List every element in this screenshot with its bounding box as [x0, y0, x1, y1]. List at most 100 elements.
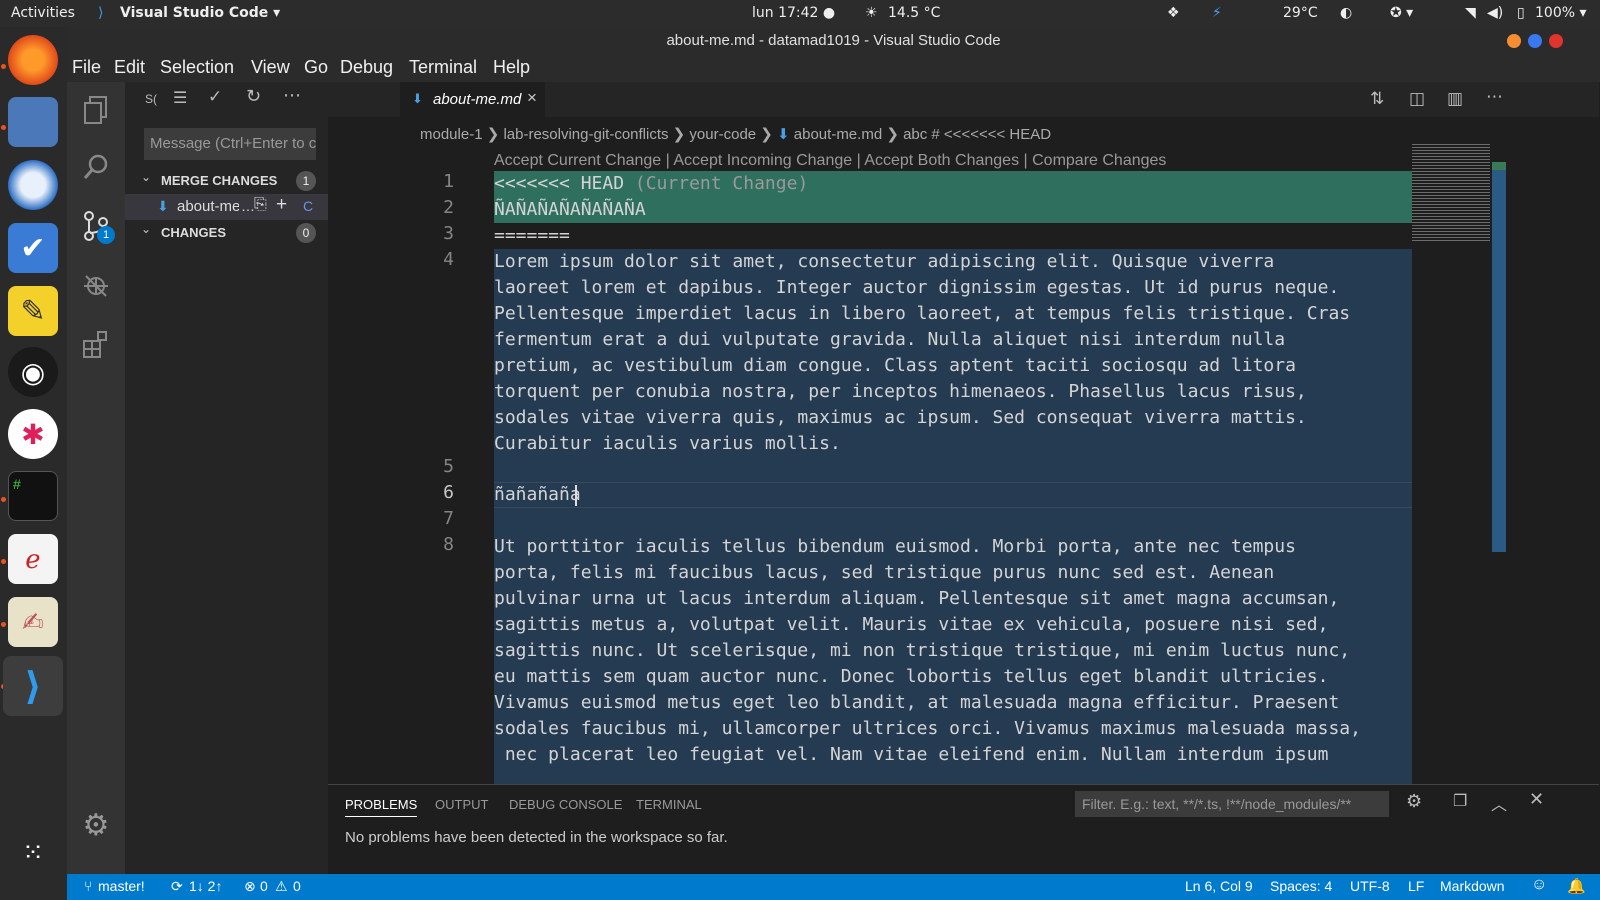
firefox-icon[interactable]	[8, 35, 58, 85]
menu-bar: File Edit Selection View Go Debug Termin…	[67, 54, 1600, 82]
close-panel-icon[interactable]: ✕	[1529, 789, 1544, 810]
warning-count[interactable]: 0	[293, 878, 301, 894]
commit-message-input[interactable]: Message (Ctrl+Enter to commit)	[144, 128, 316, 160]
view-options-icon[interactable]: ☰	[173, 88, 187, 108]
cursor-position[interactable]: Ln 6, Col 9	[1185, 878, 1253, 894]
menu-selection[interactable]: Selection	[160, 57, 234, 78]
merge-file-row[interactable]: ⬇ about-me.md … ⎘ + C	[125, 194, 328, 220]
extensions-icon[interactable]	[76, 324, 116, 364]
code-line-3[interactable]: =======	[494, 223, 570, 249]
menu-edit[interactable]: Edit	[114, 57, 145, 78]
breadcrumb-file[interactable]: about-me.md	[794, 126, 882, 143]
code-line-1[interactable]: <<<<<<< HEAD (Current Change)	[494, 171, 808, 197]
volume-icon[interactable]: ◀)	[1487, 5, 1503, 21]
text-editor-icon[interactable]: ✍	[8, 597, 58, 647]
tab-terminal[interactable]: TERMINAL	[636, 797, 702, 812]
maximize-panel-icon[interactable]: ︿	[1491, 791, 1507, 815]
open-preview-icon[interactable]: ◫	[1409, 89, 1425, 109]
status-bar: ⑂ master! ⟳ 1↓ 2↑ ⊗ 0 ⚠ 0 Ln 6, Col 9 Sp…	[67, 874, 1600, 900]
menu-terminal[interactable]: Terminal	[409, 57, 477, 78]
intel-icon[interactable]: ◐	[1340, 5, 1352, 21]
running-indicator	[1, 559, 6, 564]
tab-about-me[interactable]: ⬇ about-me.md ×	[400, 82, 545, 117]
commit-check-icon[interactable]: ✓	[208, 87, 222, 107]
code-line-6[interactable]: ñañañaña	[494, 482, 581, 508]
files-icon[interactable]	[8, 97, 58, 147]
explorer-icon[interactable]	[76, 90, 116, 130]
changes-header[interactable]: CHANGES	[161, 225, 226, 240]
feedback-smiley-icon[interactable]: ☺	[1531, 876, 1547, 894]
breadcrumb-module[interactable]: module-1	[420, 126, 483, 143]
activities-button[interactable]: Activities	[11, 5, 75, 21]
thunderbird-icon[interactable]	[8, 160, 58, 210]
filter-settings-icon[interactable]: ⚙	[1406, 791, 1422, 812]
code-line-2[interactable]: ÑAÑAÑAÑAÑAÑAÑA	[494, 197, 646, 223]
open-file-icon[interactable]: ⎘	[254, 196, 267, 214]
terminal-icon[interactable]: #	[8, 471, 58, 521]
merge-codelens[interactable]: Accept Current Change | Accept Incoming …	[494, 152, 1166, 170]
tab-problems[interactable]: PROBLEMS	[345, 797, 418, 817]
accessibility-icon[interactable]: ✪ ▾	[1390, 5, 1413, 21]
minimap[interactable]	[1412, 142, 1490, 242]
notifications-bell-icon[interactable]: 🔔	[1567, 877, 1586, 895]
vscode-dock-icon[interactable]: ⟩	[3, 656, 63, 716]
menu-file[interactable]: File	[72, 57, 101, 78]
debug-icon[interactable]	[76, 265, 116, 305]
error-count[interactable]: 0	[260, 878, 268, 894]
editor-more-icon[interactable]: ⋯	[1486, 87, 1503, 107]
app-menu[interactable]: Visual Studio Code ▾	[120, 5, 280, 21]
open-changes-icon[interactable]: ⇅	[1370, 89, 1384, 109]
wifi-icon[interactable]: ◥	[1465, 5, 1476, 21]
search-icon[interactable]	[76, 147, 116, 187]
close-window-button[interactable]	[1549, 34, 1563, 48]
application-dock: ✔ ✎ ◉ ✱ # ℯ ✍ ⟩ ⁙	[0, 27, 67, 900]
sync-status[interactable]: 1↓ 2↑	[189, 878, 222, 894]
dropbox-icon[interactable]: ❖	[1167, 5, 1180, 21]
slack-icon[interactable]: ✱	[8, 409, 58, 459]
stage-change-icon[interactable]: +	[276, 194, 287, 216]
battery-icon[interactable]: ▯	[1517, 5, 1525, 21]
merge-section-chevron-icon[interactable]: ⌄	[141, 170, 151, 184]
obs-icon[interactable]: ◉	[8, 347, 58, 397]
tab-output[interactable]: OUTPUT	[435, 797, 488, 812]
menu-view[interactable]: View	[251, 57, 290, 78]
window-title: about-me.md - datamad1019 - Visual Studi…	[666, 32, 1001, 49]
show-apps-icon[interactable]: ⁙	[8, 827, 58, 877]
menu-debug[interactable]: Debug	[340, 57, 393, 78]
line-ending[interactable]: LF	[1408, 878, 1424, 894]
indentation[interactable]: Spaces: 4	[1270, 878, 1332, 894]
menu-help[interactable]: Help	[493, 57, 530, 78]
code-line-8[interactable]: Ut porttitor iaculis tellus bibendum eui…	[494, 534, 1361, 768]
settings-gear-icon[interactable]: ⚙	[76, 805, 116, 845]
weather-temp[interactable]: 14.5 °C	[888, 5, 940, 21]
tab-debug-console[interactable]: DEBUG CONSOLE	[509, 797, 622, 812]
more-actions-icon[interactable]: ⋯	[283, 85, 301, 106]
menu-go[interactable]: Go	[304, 57, 328, 78]
scrollbar-thumb[interactable]	[1492, 162, 1506, 552]
restore-panel-icon[interactable]: ❐	[1453, 791, 1467, 811]
git-branch[interactable]: master!	[98, 878, 145, 894]
document-viewer-icon[interactable]: ℯ	[8, 534, 58, 584]
minimize-button[interactable]	[1507, 34, 1521, 48]
problems-filter-input[interactable]: Filter. E.g.: text, **/*.ts, !**/node_mo…	[1075, 791, 1389, 817]
clock[interactable]: lun 17:42 ●	[752, 5, 835, 21]
power-icon[interactable]: ⚡	[1212, 5, 1222, 21]
breadcrumb-folder[interactable]: your-code	[689, 126, 756, 143]
cpu-temp[interactable]: 29°C	[1283, 5, 1318, 21]
encoding[interactable]: UTF-8	[1350, 878, 1390, 894]
split-editor-icon[interactable]: ▥	[1447, 89, 1463, 109]
language-mode[interactable]: Markdown	[1440, 878, 1505, 894]
notes-icon[interactable]: ✎	[8, 286, 58, 336]
breadcrumb-symbol[interactable]: abc # <<<<<<< HEAD	[903, 126, 1051, 143]
sidebar-title: S(	[145, 92, 157, 106]
merge-changes-header[interactable]: MERGE CHANGES	[161, 173, 277, 188]
changes-section-chevron-icon[interactable]: ⌄	[141, 222, 151, 236]
maximize-button[interactable]	[1528, 34, 1542, 48]
refresh-icon[interactable]: ↻	[246, 86, 261, 107]
battery-level[interactable]: 100% ▾	[1535, 5, 1587, 21]
code-line-4[interactable]: Lorem ipsum dolor sit amet, consectetur …	[494, 249, 1350, 457]
close-tab-icon[interactable]: ×	[527, 88, 537, 108]
breadcrumb-lab[interactable]: lab-resolving-git-conflicts	[503, 126, 668, 143]
text-cursor	[575, 485, 577, 506]
tasks-icon[interactable]: ✔	[8, 223, 58, 273]
